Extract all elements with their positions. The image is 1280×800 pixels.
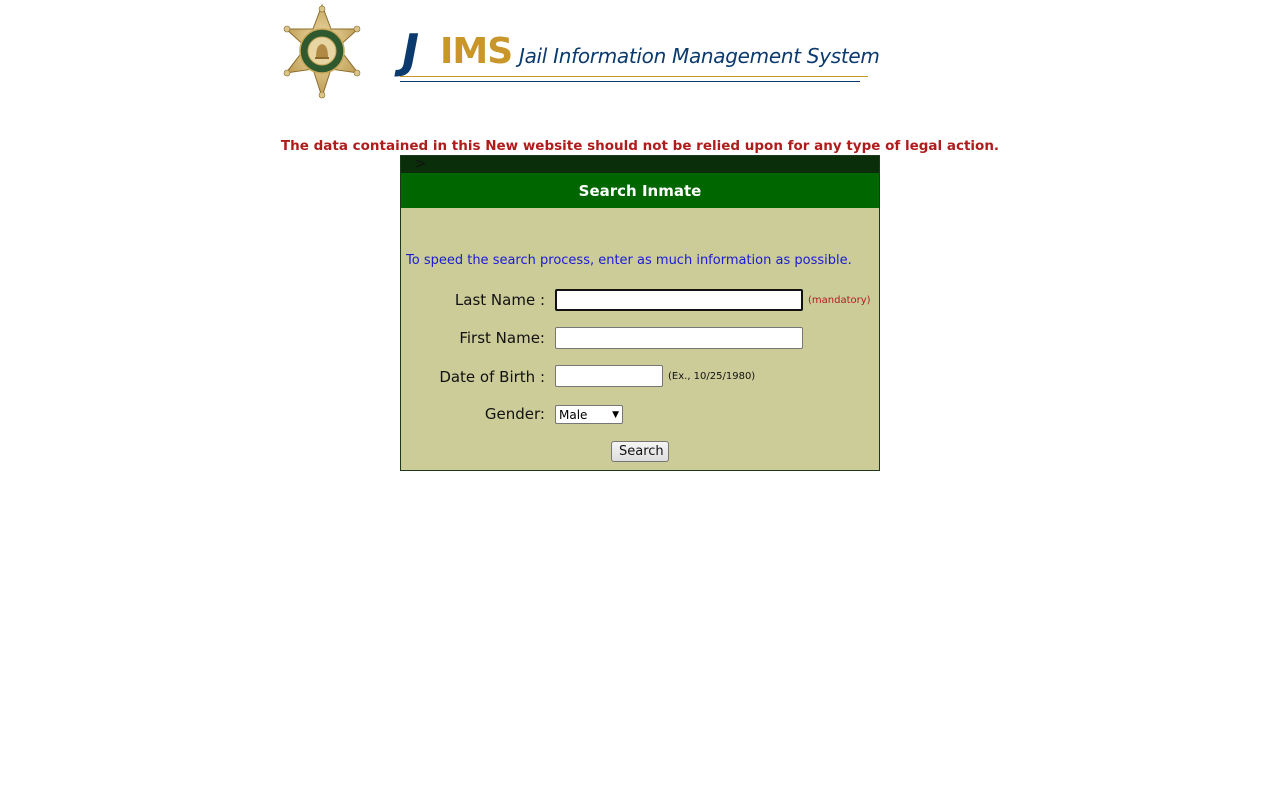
- search-button[interactable]: Search: [611, 441, 669, 462]
- chevron-down-icon: ▼: [612, 409, 619, 420]
- legal-disclaimer: The data contained in this New website s…: [280, 138, 1000, 154]
- logo-rule-gold: [400, 76, 868, 77]
- gender-selected-value: Male: [559, 407, 588, 422]
- first-name-input[interactable]: [555, 327, 803, 349]
- dob-input[interactable]: [555, 365, 663, 387]
- breadcrumb-arrow: >: [415, 156, 427, 172]
- panel-top-bar: >: [401, 156, 879, 173]
- last-name-label: Last Name :: [454, 291, 545, 309]
- page: J IMS Jail Information Management System…: [0, 0, 1280, 800]
- jims-logo: J IMS Jail Information Management System: [400, 24, 880, 86]
- dob-example-hint: (Ex., 10/25/1980): [668, 371, 756, 382]
- gender-label: Gender:: [484, 405, 545, 423]
- gender-select[interactable]: Male ▼: [555, 405, 623, 424]
- search-inmate-panel: > Search Inmate To speed the search proc…: [400, 155, 880, 471]
- mandatory-hint: (mandatory): [808, 295, 871, 306]
- last-name-input[interactable]: [555, 289, 803, 311]
- jims-logo-ims: IMS: [440, 31, 513, 72]
- panel-title: Search Inmate: [401, 173, 879, 208]
- sheriff-badge-logo: [280, 3, 364, 99]
- dob-label: Date of Birth :: [439, 368, 545, 386]
- jims-logo-j: J: [402, 24, 419, 78]
- search-instructions: To speed the search process, enter as mu…: [406, 253, 852, 268]
- jims-tagline: Jail Information Management System: [519, 44, 880, 68]
- logo-rule-blue: [400, 81, 860, 82]
- first-name-label: First Name:: [459, 329, 545, 347]
